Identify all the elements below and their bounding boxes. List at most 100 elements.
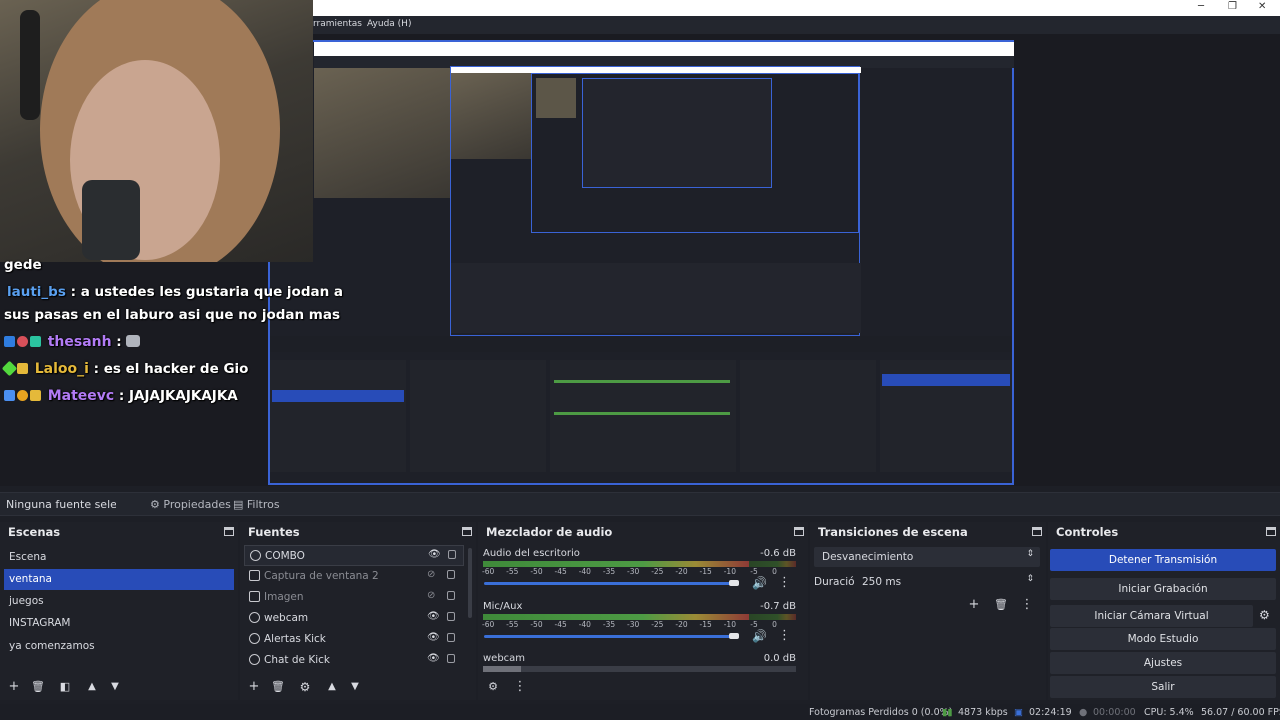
source-type-icon xyxy=(250,550,261,561)
mixer-title: Mezclador de audio xyxy=(486,525,613,539)
source-item[interactable]: Captura de ventana 2 ⊘ xyxy=(244,566,464,587)
volume-slider[interactable] xyxy=(484,582,734,585)
scene-item[interactable]: ya comenzamos xyxy=(4,636,234,657)
nested-preview xyxy=(268,40,1014,485)
hidden-icon[interactable]: ⊘ xyxy=(427,569,435,580)
undock-icon[interactable] xyxy=(794,527,804,536)
add-scene-icon[interactable]: + xyxy=(5,678,23,696)
status-bar: Fotogramas Perdidos 0 (0.0%) ▮▮ 4873 kbp… xyxy=(0,704,1280,720)
spin-arrows-icon: ⇕ xyxy=(1026,574,1034,584)
chat-line: Laloo_i : es el hacker de Gio xyxy=(1,360,249,377)
chat-text: : xyxy=(116,334,122,350)
add-source-icon[interactable]: + xyxy=(245,678,263,696)
channel-db: -0.6 dB xyxy=(760,548,796,559)
exit-button[interactable]: Salir xyxy=(1050,676,1276,698)
channel-name: Audio del escritorio xyxy=(483,548,580,559)
browser-icon xyxy=(249,654,260,665)
nested-mixer xyxy=(550,360,736,472)
filters-button[interactable]: ▤ Filtros xyxy=(227,496,286,514)
lock-icon[interactable] xyxy=(448,550,456,559)
scene-item[interactable]: ventana xyxy=(4,569,234,590)
lock-icon[interactable] xyxy=(447,633,455,642)
undock-icon[interactable] xyxy=(462,527,472,536)
chat-text: sus pasas en el laburo asi que no jodan … xyxy=(4,307,341,323)
close-icon[interactable]: ✕ xyxy=(1258,1,1266,12)
record-time: 00:00:00 xyxy=(1093,707,1136,718)
start-recording-button[interactable]: Iniciar Grabación xyxy=(1050,578,1276,600)
scene-item[interactable]: juegos xyxy=(4,591,234,612)
window-capture-icon xyxy=(249,570,260,581)
visibility-icon[interactable]: 👁 xyxy=(427,653,440,664)
maximize-icon[interactable]: ❐ xyxy=(1228,1,1237,12)
move-up-icon[interactable]: ▲ xyxy=(323,678,341,696)
remove-transition-icon[interactable]: 🗑 xyxy=(992,596,1010,614)
browser-icon xyxy=(249,633,260,644)
stop-stream-button[interactable]: Detener Transmisión xyxy=(1050,549,1276,571)
source-toolbar: Ninguna fuente seleccionada ⚙ Propiedade… xyxy=(0,492,1280,516)
scenes-title: Escenas xyxy=(8,525,61,539)
move-down-icon[interactable]: ▼ xyxy=(106,678,124,696)
settings-button[interactable]: Ajustes xyxy=(1050,652,1276,674)
speaker-icon[interactable]: 🔊 xyxy=(752,576,767,590)
minimize-icon[interactable]: ─ xyxy=(1198,1,1204,12)
scene-item[interactable]: INSTAGRAM xyxy=(4,613,234,634)
stream-time: 02:24:19 xyxy=(1029,707,1072,718)
bitrate-icon: ▮▮ xyxy=(942,707,953,718)
volume-slider-knob[interactable] xyxy=(729,580,739,586)
source-item[interactable]: COMBO 👁 xyxy=(244,545,464,566)
chat-line: Mateevc : JAJAJKAJKAJKA xyxy=(4,388,238,404)
remove-source-icon[interactable]: 🗑 xyxy=(269,678,287,696)
start-virtual-camera-button[interactable]: Iniciar Cámara Virtual xyxy=(1050,605,1253,627)
webcam-overlay xyxy=(0,0,313,262)
move-down-icon[interactable]: ▼ xyxy=(346,678,364,696)
scene-filters-icon[interactable]: ◧ xyxy=(56,678,74,696)
move-up-icon[interactable]: ▲ xyxy=(83,678,101,696)
lock-icon[interactable] xyxy=(447,570,455,579)
remove-scene-icon[interactable]: 🗑 xyxy=(29,678,47,696)
chat-text: : es el hacker de Gio xyxy=(93,361,249,377)
undock-icon[interactable] xyxy=(224,527,234,536)
visibility-icon[interactable]: 👁 xyxy=(428,549,441,560)
source-item[interactable]: Imagen ⊘ xyxy=(244,587,464,608)
camera-icon xyxy=(249,612,260,623)
volume-slider[interactable] xyxy=(484,635,734,638)
duration-spinbox[interactable]: 250 ms ⇕ xyxy=(854,572,1040,592)
source-item[interactable]: Alertas Kick 👁 xyxy=(244,629,464,650)
add-transition-icon[interactable]: + xyxy=(965,596,983,614)
filter-icon: ▤ xyxy=(233,498,244,511)
source-item[interactable]: Chat de Kick 👁 xyxy=(244,650,464,671)
sources-scrollbar[interactable] xyxy=(468,548,472,618)
lock-icon[interactable] xyxy=(447,591,455,600)
menu-ayuda[interactable]: Ayuda (H) xyxy=(367,19,411,29)
visibility-icon[interactable]: 👁 xyxy=(427,632,440,643)
virtual-camera-settings-icon[interactable]: ⚙ xyxy=(1259,608,1270,622)
transition-select[interactable]: Desvanecimiento ⇕ xyxy=(814,547,1040,567)
source-item[interactable]: webcam 👁 xyxy=(244,608,464,629)
more-options-icon[interactable]: ⋮ xyxy=(778,575,791,590)
undock-icon[interactable] xyxy=(1266,527,1276,536)
source-settings-icon[interactable]: ⚙ xyxy=(296,678,314,696)
dropped-frames: Fotogramas Perdidos 0 (0.0%) xyxy=(809,707,953,718)
phone-shape xyxy=(82,180,140,260)
lock-icon[interactable] xyxy=(447,654,455,663)
chat-line: thesanh : xyxy=(4,334,141,350)
scene-item[interactable]: Escena xyxy=(4,547,234,568)
more-options-icon[interactable]: ⋮ xyxy=(778,628,791,643)
chat-username: thesanh xyxy=(47,334,112,350)
speaker-icon[interactable]: 🔊 xyxy=(752,629,767,643)
undock-icon[interactable] xyxy=(1032,527,1042,536)
menu-herramientas[interactable]: rramientas xyxy=(313,19,362,29)
lock-icon[interactable] xyxy=(447,612,455,621)
properties-button[interactable]: ⚙ Propiedades xyxy=(144,496,237,514)
volume-slider-knob[interactable] xyxy=(729,633,739,639)
badge-icon xyxy=(30,390,41,401)
volume-meter xyxy=(483,666,796,672)
hidden-icon[interactable]: ⊘ xyxy=(427,590,435,601)
mixer-menu-icon[interactable]: ⋮ xyxy=(511,678,529,696)
studio-mode-button[interactable]: Modo Estudio xyxy=(1050,628,1276,650)
nested-transitions xyxy=(740,360,876,472)
stream-icon: ▣ xyxy=(1014,707,1023,718)
visibility-icon[interactable]: 👁 xyxy=(427,611,440,622)
transition-menu-icon[interactable]: ⋮ xyxy=(1018,596,1036,614)
mixer-settings-icon[interactable]: ⚙ xyxy=(484,678,502,696)
